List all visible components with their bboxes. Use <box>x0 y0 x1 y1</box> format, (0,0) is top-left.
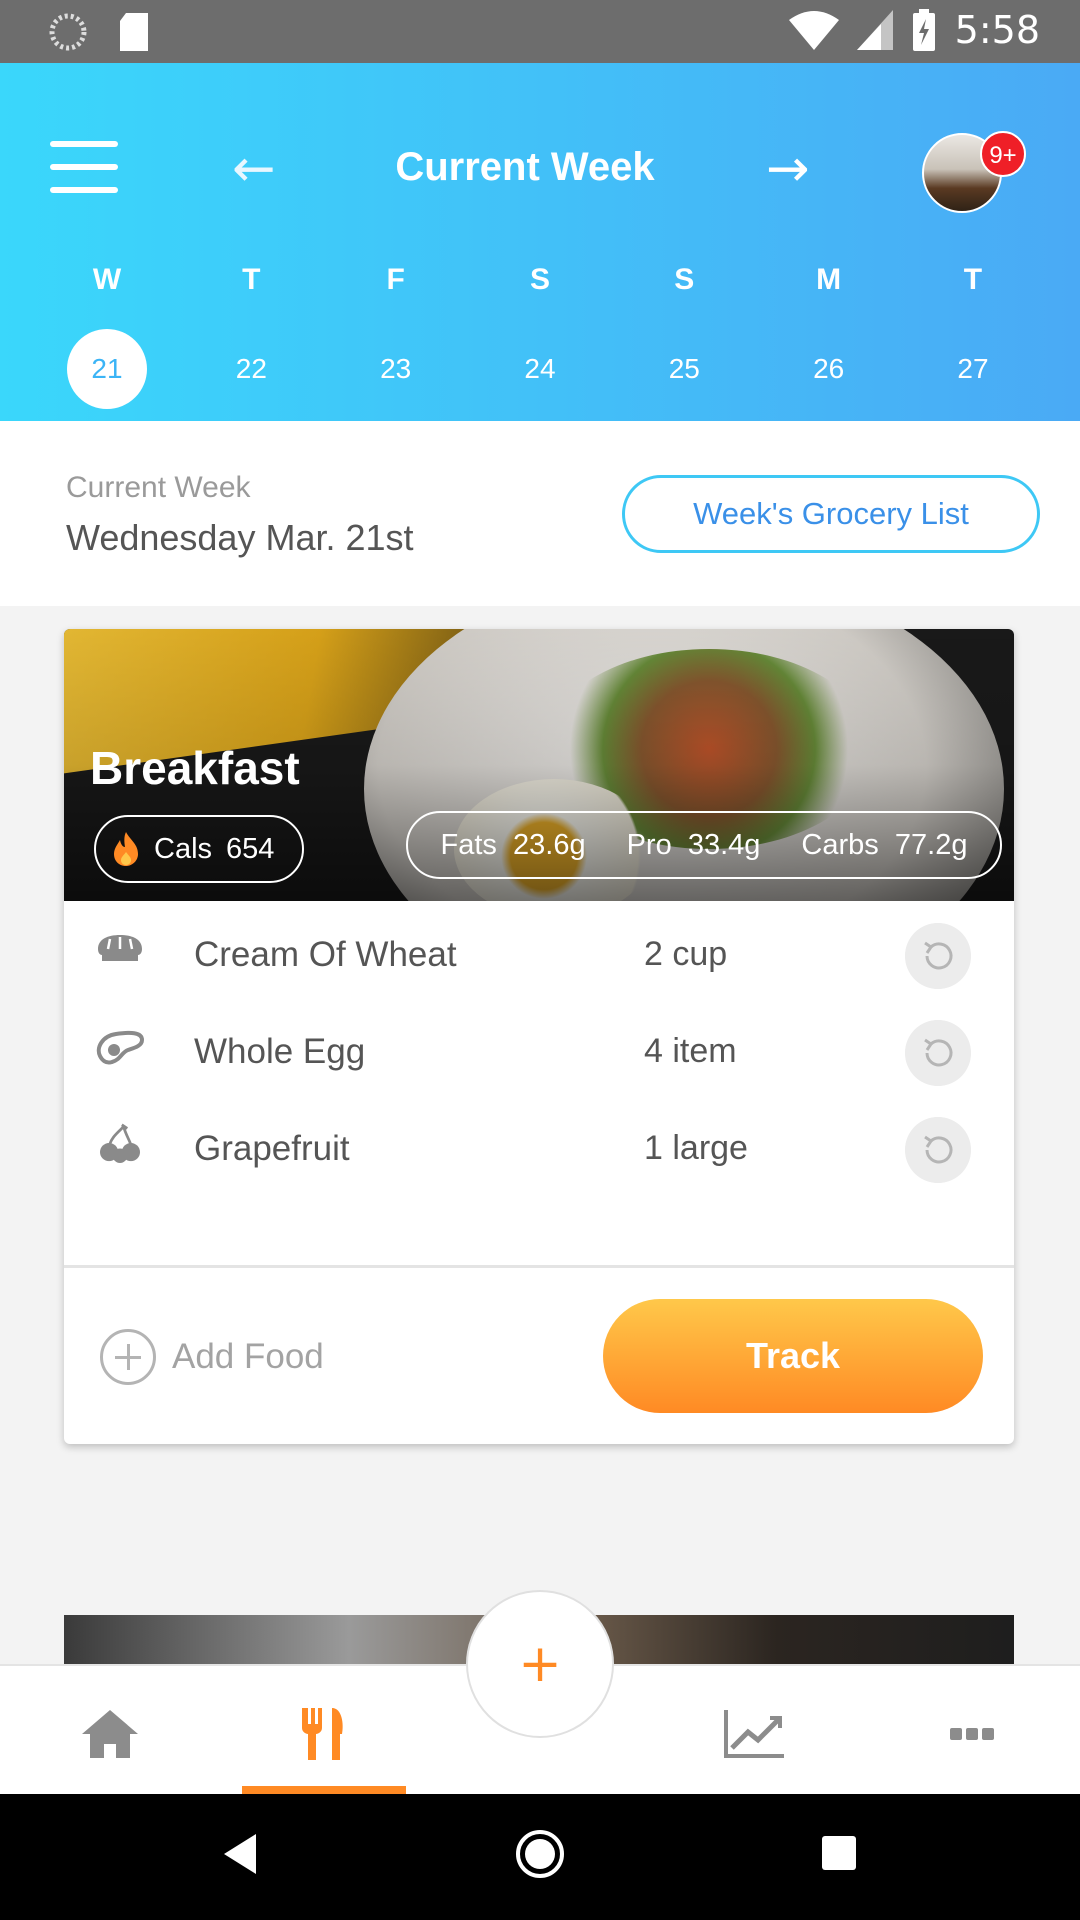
grocery-list-button[interactable]: Week's Grocery List <box>622 475 1040 553</box>
food-name: Whole Egg <box>194 1032 366 1071</box>
day-item[interactable]: T 27 <box>901 263 1045 409</box>
bread-icon <box>98 935 142 961</box>
list-item[interactable]: Whole Egg 4 item <box>64 998 1014 1095</box>
wifi-icon <box>788 11 839 50</box>
food-quantity[interactable]: 2 cup <box>644 935 727 974</box>
recents-icon[interactable] <box>820 1834 858 1872</box>
cherry-icon <box>100 1123 140 1163</box>
meal-hero-image[interactable]: Breakfast Cals 654 Fats 23.6g Pro 33.4g … <box>64 629 1014 901</box>
cals-label: Cals <box>154 832 213 865</box>
calories-pill: Cals 654 <box>94 815 304 883</box>
list-item[interactable]: Cream Of Wheat 2 cup <box>64 901 1014 998</box>
fats-value: 23.6g <box>513 828 586 861</box>
day-letter: S <box>674 263 695 296</box>
day-item[interactable]: S 24 <box>468 263 612 409</box>
divider <box>64 1265 1014 1268</box>
clock: 5:58 <box>954 8 1040 52</box>
day-item[interactable]: M 26 <box>757 263 901 409</box>
meal-card: Breakfast Cals 654 Fats 23.6g Pro 33.4g … <box>64 629 1014 1444</box>
loading-icon <box>49 13 87 51</box>
week-title: Current Week <box>395 145 655 189</box>
meal-title: Breakfast <box>90 742 300 794</box>
pro-label: Pro <box>626 828 672 861</box>
fats-label: Fats <box>440 828 497 861</box>
day-letter: F <box>386 263 405 296</box>
day-number: 24 <box>524 353 556 384</box>
week-header: ← Current Week → 9+ W 21 T 22 F 23 S 24 … <box>0 63 1080 421</box>
carbs-value: 77.2g <box>894 828 968 861</box>
day-selector: W 21 T 22 F 23 S 24 S 25 M 26 T 27 <box>35 263 1045 409</box>
notification-badge: 9+ <box>980 131 1026 177</box>
current-date: Wednesday Mar. 21st <box>66 517 414 558</box>
steak-icon <box>96 1030 145 1065</box>
day-number: 26 <box>813 353 845 384</box>
day-number: 22 <box>235 353 267 384</box>
cals-value: 654 <box>226 832 275 865</box>
status-bar: 5:58 <box>0 0 1080 63</box>
pro-value: 33.4g <box>687 828 761 861</box>
battery-icon <box>912 9 935 51</box>
add-food-button[interactable]: Add Food <box>100 1329 324 1385</box>
replace-icon[interactable] <box>905 923 971 989</box>
day-number: 23 <box>380 353 412 384</box>
food-list: Cream Of Wheat 2 cup Whole Egg 4 item Gr… <box>64 901 1014 1192</box>
day-item[interactable]: S 25 <box>612 263 756 409</box>
track-button[interactable]: Track <box>603 1299 983 1413</box>
system-navigation-bar <box>0 1794 1080 1920</box>
replace-icon[interactable] <box>905 1117 971 1183</box>
day-letter: S <box>529 263 550 296</box>
current-week-label: Current Week <box>66 471 251 504</box>
replace-icon[interactable] <box>905 1020 971 1086</box>
day-letter: T <box>242 263 261 296</box>
home-circle-icon[interactable] <box>514 1828 566 1880</box>
macros-pill: Fats 23.6g Pro 33.4g Carbs 77.2g <box>406 811 1002 879</box>
next-week-arrow-icon[interactable]: → <box>766 139 810 199</box>
day-letter: T <box>963 263 983 296</box>
day-letter: W <box>92 263 122 296</box>
food-name: Cream Of Wheat <box>194 935 457 974</box>
more-icon[interactable] <box>932 1704 1012 1764</box>
day-item[interactable]: F 23 <box>324 263 468 409</box>
home-icon[interactable] <box>70 1704 150 1764</box>
day-number: 21 <box>67 329 147 409</box>
back-icon[interactable] <box>222 1832 258 1876</box>
food-name: Grapefruit <box>194 1129 350 1168</box>
food-quantity[interactable]: 1 large <box>644 1129 748 1168</box>
day-letter: M <box>816 263 842 296</box>
signal-icon <box>856 10 893 50</box>
day-number: 25 <box>668 353 700 384</box>
sd-card-icon <box>120 13 148 51</box>
carbs-label: Carbs <box>801 828 879 861</box>
day-item[interactable]: W 21 <box>35 263 179 409</box>
day-number: 27 <box>957 353 989 384</box>
fork-knife-icon[interactable] <box>284 1704 364 1764</box>
current-week-info: Current Week Wednesday Mar. 21st Week's … <box>0 421 1080 606</box>
food-quantity[interactable]: 4 item <box>644 1032 737 1071</box>
add-meal-fab[interactable]: + <box>466 1590 614 1738</box>
add-food-label: Add Food <box>172 1337 324 1376</box>
chart-icon[interactable] <box>714 1704 794 1764</box>
list-item[interactable]: Grapefruit 1 large <box>64 1095 1014 1192</box>
add-circle-icon <box>100 1329 156 1385</box>
flame-icon <box>114 832 138 866</box>
day-item[interactable]: T 22 <box>179 263 323 409</box>
